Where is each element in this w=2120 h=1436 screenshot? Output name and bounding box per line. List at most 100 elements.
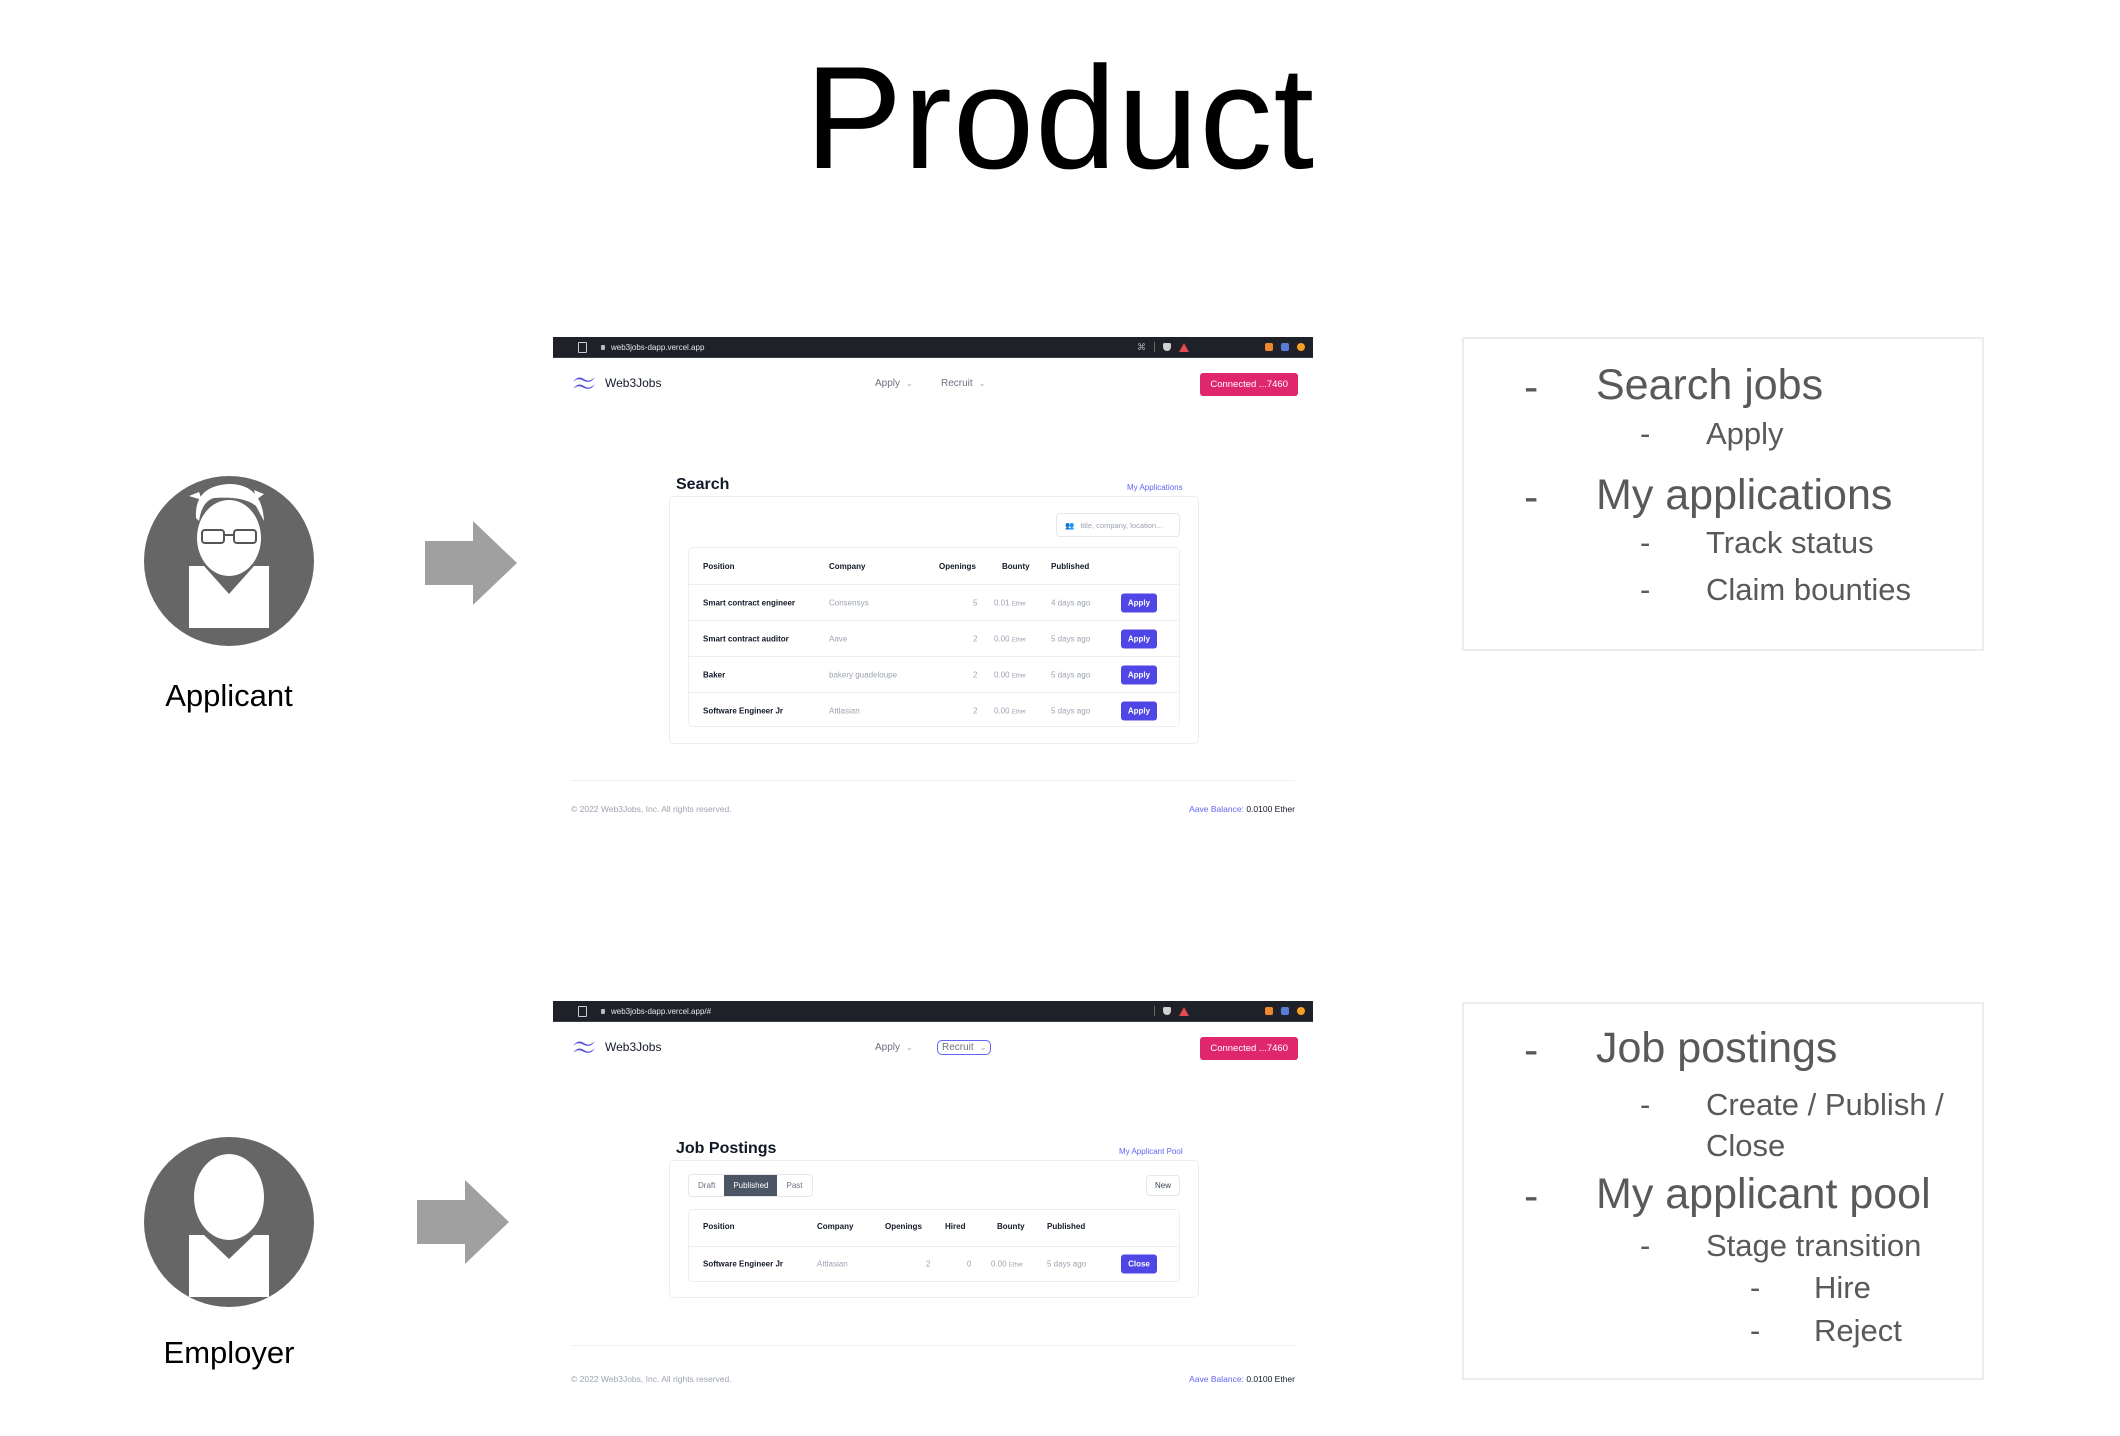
- cell-openings: 2: [973, 634, 978, 644]
- tailwind-logo-icon: [573, 377, 595, 389]
- nav-apply-menu[interactable]: Apply ⌄: [875, 1042, 913, 1053]
- cell-company: Consensys: [829, 598, 869, 608]
- bullet-dash: -: [1640, 1087, 1651, 1122]
- feature-item-level-3: Reject: [1814, 1313, 1902, 1348]
- cell-published: 4 days ago: [1051, 598, 1091, 608]
- connect-wallet-button[interactable]: Connected ...7460: [1200, 1037, 1298, 1060]
- bookmark-icon[interactable]: [578, 1005, 587, 1017]
- brand-logo[interactable]: Web3Jobs: [571, 1039, 661, 1055]
- cell-hired: 0: [967, 1259, 972, 1269]
- status-tabs: Draft Published Past: [688, 1174, 813, 1197]
- feature-item-level-1: Search jobs: [1596, 361, 1824, 409]
- new-posting-button[interactable]: New: [1145, 1175, 1180, 1196]
- brand-name: Web3Jobs: [605, 376, 662, 390]
- cell-position: Smart contract auditor: [703, 634, 789, 644]
- feature-item-level-2: Close: [1706, 1128, 1786, 1163]
- column-header: Company: [829, 562, 866, 571]
- tab-past[interactable]: Past: [777, 1175, 811, 1196]
- bounty-unit: Ether: [1011, 709, 1027, 716]
- metamask-icon[interactable]: [1265, 1007, 1273, 1015]
- bounty-value: 0.00: [991, 1259, 1007, 1269]
- employer-avatar-icon: [144, 1137, 314, 1307]
- brave-shield-icon[interactable]: [1163, 343, 1171, 351]
- column-header: Bounty: [1002, 562, 1030, 571]
- apply-button[interactable]: Apply: [1121, 593, 1157, 613]
- brave-rewards-icon[interactable]: [1179, 342, 1189, 352]
- search-card: 👥 title, company, location... Position C…: [669, 496, 1199, 744]
- bookmark-icon[interactable]: [578, 341, 587, 353]
- page-title: Search: [676, 476, 730, 493]
- jobs-table: Position Company Openings Bounty Publish…: [688, 547, 1180, 727]
- bounty-unit: Ether: [1011, 601, 1027, 608]
- my-applicant-pool-link[interactable]: My Applicant Pool: [1119, 1147, 1183, 1156]
- nav-recruit-menu[interactable]: Recruit ⌄: [941, 378, 985, 389]
- profile-icon[interactable]: [1297, 343, 1305, 351]
- browser-url-bar[interactable]: web3jobs-dapp.vercel.app ⌘: [553, 337, 1313, 358]
- table-row: Software Engineer Jr Attlasian 2 0.00 Ether…: [689, 692, 1179, 729]
- balance-label: Aave Balance:: [1189, 1374, 1244, 1384]
- column-header: Openings: [885, 1222, 922, 1231]
- employer-features-box: - Job postings - Create / Publish / Close - My…: [1462, 1002, 1984, 1380]
- balance-value: 0.0100 Ether: [1246, 1374, 1295, 1384]
- brand-logo[interactable]: Web3Jobs: [571, 375, 661, 391]
- apply-button[interactable]: Apply: [1121, 665, 1157, 685]
- table-row: Smart contract engineer Consensys 5 0.01 Et…: [689, 584, 1179, 621]
- feature-item-level-2: Create / Publish /: [1706, 1087, 1944, 1122]
- brave-shield-icon[interactable]: [1163, 1007, 1171, 1015]
- applicant-screenshot: web3jobs-dapp.vercel.app ⌘ Web3Jobs Appl…: [553, 337, 1313, 827]
- balance-value: 0.0100 Ether: [1246, 804, 1295, 814]
- nav-apply-label: Apply: [875, 1042, 901, 1053]
- cell-position: Software Engineer Jr: [703, 1259, 784, 1269]
- close-button[interactable]: Close: [1121, 1254, 1157, 1274]
- table-row: Smart contract auditor Aave 2 0.00 Ether 5 d…: [689, 620, 1179, 657]
- url-text: web3jobs-dapp.vercel.app: [611, 342, 705, 352]
- page-title: Job Postings: [676, 1140, 777, 1157]
- metamask-icon[interactable]: [1265, 343, 1273, 351]
- nav-recruit-label: Recruit: [942, 1042, 974, 1053]
- applicant-label: Applicant: [165, 678, 293, 713]
- search-input[interactable]: 👥 title, company, location...: [1056, 513, 1180, 537]
- employer-screenshot: web3jobs-dapp.vercel.app/# Web3Jobs Appl…: [553, 1001, 1313, 1401]
- brave-rewards-icon[interactable]: [1179, 1006, 1189, 1016]
- apply-button[interactable]: Apply: [1121, 629, 1157, 649]
- extension-icon[interactable]: [1281, 1007, 1289, 1015]
- my-applications-link[interactable]: My Applications: [1127, 483, 1183, 492]
- cell-openings: 2: [973, 670, 978, 680]
- table-row: Software Engineer Jr Attlasian 2 0 0.00 Ethe…: [689, 1246, 1179, 1281]
- cell-bounty: 0.00 Ether: [994, 707, 1026, 716]
- tab-published[interactable]: Published: [724, 1175, 778, 1196]
- cell-bounty: 0.00 Ether: [994, 671, 1026, 680]
- chevron-down-icon: ⌄: [979, 1043, 987, 1052]
- applicant-avatar-icon: [144, 476, 314, 646]
- nav-recruit-menu[interactable]: Recruit ⌄: [937, 1040, 992, 1055]
- column-header: Bounty: [997, 1222, 1025, 1231]
- nav-apply-menu[interactable]: Apply ⌄: [875, 378, 913, 389]
- nav-apply-label: Apply: [875, 378, 901, 389]
- brand-name: Web3Jobs: [605, 1040, 662, 1054]
- browser-url-bar[interactable]: web3jobs-dapp.vercel.app/#: [553, 1001, 1313, 1022]
- users-icon: 👥: [1065, 520, 1075, 530]
- apply-button[interactable]: Apply: [1121, 701, 1157, 721]
- column-header: Openings: [939, 562, 976, 571]
- extensions-icon[interactable]: ⌘: [1137, 342, 1146, 353]
- feature-item-level-2: Apply: [1706, 416, 1784, 451]
- bounty-value: 0.00: [994, 634, 1010, 644]
- bullet-dash: -: [1524, 1026, 1539, 1074]
- footer-divider: [571, 1345, 1295, 1346]
- connect-wallet-button[interactable]: Connected ...7460: [1200, 373, 1298, 396]
- footer-divider: [571, 780, 1295, 781]
- cell-bounty: 0.01 Ether: [994, 599, 1026, 608]
- search-placeholder: title, company, location...: [1080, 520, 1163, 530]
- tab-draft[interactable]: Draft: [689, 1175, 724, 1196]
- bullet-dash: -: [1640, 416, 1651, 451]
- cell-company: Aave: [829, 634, 848, 644]
- bullet-dash: -: [1750, 1270, 1761, 1305]
- lock-icon: [601, 344, 605, 350]
- postings-table: Position Company Openings Hired Bounty P…: [688, 1209, 1180, 1282]
- column-header: Published: [1047, 1222, 1086, 1231]
- bounty-unit: Ether: [1011, 637, 1027, 644]
- feature-item-level-2: Track status: [1706, 525, 1874, 560]
- extension-icon[interactable]: [1281, 343, 1289, 351]
- profile-icon[interactable]: [1297, 1007, 1305, 1015]
- postings-card: Draft Published Past New Position Compan…: [669, 1160, 1199, 1298]
